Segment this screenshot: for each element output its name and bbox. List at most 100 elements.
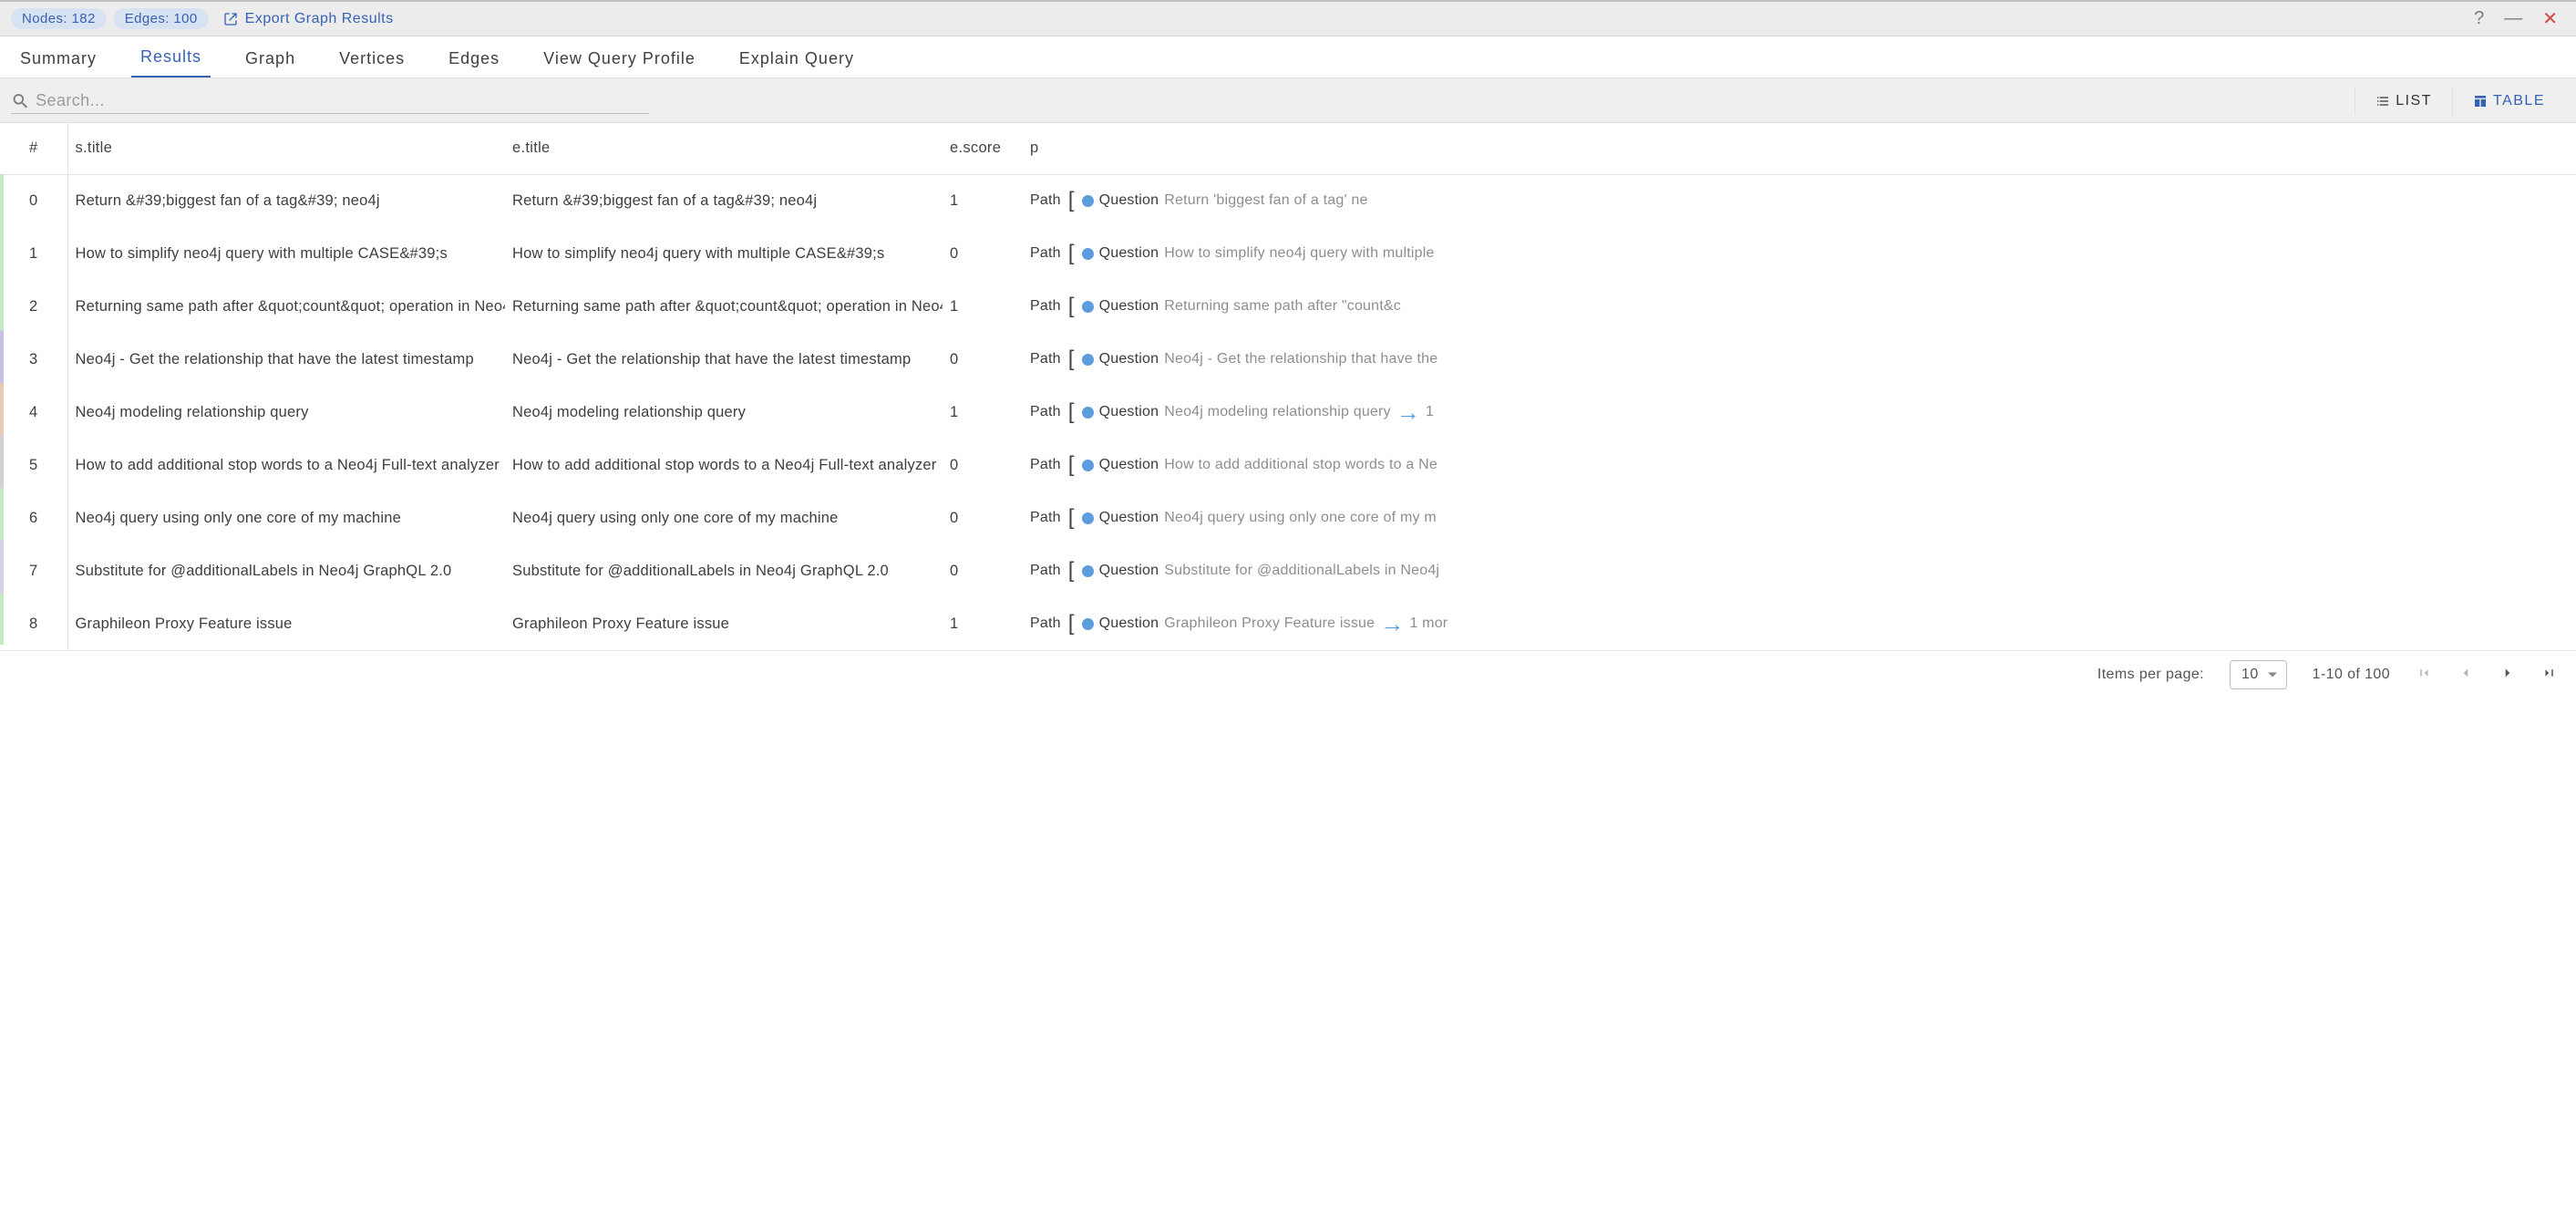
tab-bar: Summary Results Graph Vertices Edges Vie… bbox=[0, 36, 2576, 78]
cell-etitle: Returning same path after &quot;count&qu… bbox=[505, 280, 943, 333]
node-type: Question bbox=[1099, 192, 1159, 209]
bracket-open-icon: [ bbox=[1068, 611, 1075, 636]
items-per-page-label: Items per page: bbox=[2097, 667, 2204, 683]
cell-etitle: How to add additional stop words to a Ne… bbox=[505, 439, 943, 491]
results-table-wrap: # s.title e.title e.score p 0Return &#39… bbox=[0, 123, 2576, 650]
node-dot-icon bbox=[1082, 407, 1094, 419]
prev-page-button[interactable] bbox=[2458, 665, 2474, 686]
tab-graph[interactable]: Graph bbox=[236, 38, 304, 78]
tab-summary[interactable]: Summary bbox=[11, 38, 106, 78]
cell-escore: 1 bbox=[943, 174, 1023, 227]
last-page-button[interactable] bbox=[2541, 665, 2558, 686]
filter-bar: LIST TABLE bbox=[0, 78, 2576, 123]
node-label: Substitute for @additionalLabels in Neo4… bbox=[1164, 563, 1439, 579]
items-per-page-value: 10 bbox=[2241, 667, 2259, 682]
nodes-chip[interactable]: Nodes: 182 bbox=[11, 8, 107, 29]
row-color-strip bbox=[0, 174, 4, 645]
list-icon bbox=[2375, 94, 2390, 109]
node-label: Neo4j modeling relationship query bbox=[1164, 404, 1391, 420]
items-per-page-select[interactable]: 10 bbox=[2230, 660, 2287, 689]
table-icon bbox=[2473, 94, 2488, 109]
col-escore[interactable]: e.score bbox=[943, 123, 1023, 174]
arrow-icon: → bbox=[1380, 610, 1404, 638]
cell-path: Path[QuestionHow to simplify neo4j query… bbox=[1023, 227, 2576, 280]
cell-etitle: How to simplify neo4j query with multipl… bbox=[505, 227, 943, 280]
path-more: 1 bbox=[1426, 404, 1434, 420]
arrow-icon: → bbox=[1396, 398, 1420, 427]
col-p[interactable]: p bbox=[1023, 123, 2576, 174]
node-type: Question bbox=[1099, 510, 1159, 526]
table-row[interactable]: 4Neo4j modeling relationship queryNeo4j … bbox=[0, 386, 2576, 439]
node-type: Question bbox=[1099, 404, 1159, 420]
bracket-open-icon: [ bbox=[1068, 505, 1075, 531]
col-etitle[interactable]: e.title bbox=[505, 123, 943, 174]
table-row[interactable]: 3Neo4j - Get the relationship that have … bbox=[0, 333, 2576, 386]
node-label: Neo4j query using only one core of my m bbox=[1164, 510, 1437, 526]
cell-index: 7 bbox=[0, 544, 67, 597]
table-row[interactable]: 7Substitute for @additionalLabels in Neo… bbox=[0, 544, 2576, 597]
tab-vertices[interactable]: Vertices bbox=[330, 38, 414, 78]
table-view-button[interactable]: TABLE bbox=[2452, 88, 2565, 115]
cell-stitle: Neo4j modeling relationship query bbox=[67, 386, 505, 439]
tab-explain-query[interactable]: Explain Query bbox=[730, 38, 863, 78]
table-row[interactable]: 5How to add additional stop words to a N… bbox=[0, 439, 2576, 491]
table-row[interactable]: 6 Neo4j query using only one core of my m… bbox=[0, 491, 2576, 544]
cell-path: Path[QuestionNeo4j - Get the relationshi… bbox=[1023, 333, 2576, 386]
node-dot-icon bbox=[1082, 565, 1094, 577]
node-type: Question bbox=[1099, 616, 1159, 632]
path-label: Path bbox=[1030, 192, 1061, 209]
edges-chip[interactable]: Edges: 100 bbox=[114, 8, 209, 29]
path-label: Path bbox=[1030, 245, 1061, 262]
first-page-button[interactable] bbox=[2416, 665, 2432, 686]
tab-results[interactable]: Results bbox=[131, 36, 211, 78]
tab-view-query-profile[interactable]: View Query Profile bbox=[534, 38, 705, 78]
col-index[interactable]: # bbox=[0, 123, 67, 174]
node-label: Neo4j - Get the relationship that have t… bbox=[1164, 351, 1437, 367]
path-label: Path bbox=[1030, 616, 1061, 632]
node-dot-icon bbox=[1082, 354, 1094, 366]
node-type: Question bbox=[1099, 563, 1159, 579]
export-graph-results-link[interactable]: Export Graph Results bbox=[223, 11, 394, 27]
col-stitle[interactable]: s.title bbox=[67, 123, 505, 174]
node-dot-icon bbox=[1082, 512, 1094, 524]
cell-escore: 0 bbox=[943, 439, 1023, 491]
table-row[interactable]: 8Graphileon Proxy Feature issueGraphileo… bbox=[0, 597, 2576, 650]
cell-path: Path[QuestionReturn 'biggest fan of a ta… bbox=[1023, 174, 2576, 227]
cell-stitle: Graphileon Proxy Feature issue bbox=[67, 597, 505, 650]
table-row[interactable]: 0Return &#39;biggest fan of a tag&#39; n… bbox=[0, 174, 2576, 227]
next-page-button[interactable] bbox=[2499, 665, 2516, 686]
table-label: TABLE bbox=[2493, 93, 2545, 109]
node-dot-icon bbox=[1082, 618, 1094, 630]
search-input[interactable] bbox=[36, 91, 649, 110]
cell-etitle: Neo4j - Get the relationship that have t… bbox=[505, 333, 943, 386]
bracket-open-icon: [ bbox=[1068, 558, 1075, 584]
table-row[interactable]: 2Returning same path after &quot;count&q… bbox=[0, 280, 2576, 333]
bracket-open-icon: [ bbox=[1068, 188, 1075, 213]
minimize-icon[interactable]: — bbox=[2504, 8, 2522, 29]
top-bar: Nodes: 182 Edges: 100 Export Graph Resul… bbox=[0, 0, 2576, 36]
cell-stitle: Neo4j - Get the relationship that have t… bbox=[67, 333, 505, 386]
close-icon[interactable]: ✕ bbox=[2542, 7, 2558, 30]
bracket-open-icon: [ bbox=[1068, 399, 1075, 425]
search-icon bbox=[11, 91, 30, 111]
cell-index: 6 bbox=[0, 491, 67, 544]
path-label: Path bbox=[1030, 404, 1061, 420]
node-dot-icon bbox=[1082, 460, 1094, 471]
bracket-open-icon: [ bbox=[1068, 452, 1075, 478]
cell-index: 1 bbox=[0, 227, 67, 280]
list-view-button[interactable]: LIST bbox=[2354, 88, 2452, 115]
paginator: Items per page: 10 1-10 of 100 bbox=[0, 650, 2576, 698]
cell-escore: 1 bbox=[943, 597, 1023, 650]
table-row[interactable]: 1 How to simplify neo4j query with multip… bbox=[0, 227, 2576, 280]
cell-stitle: Substitute for @additionalLabels in Neo4… bbox=[67, 544, 505, 597]
cell-escore: 0 bbox=[943, 491, 1023, 544]
cell-stitle: How to add additional stop words to a Ne… bbox=[67, 439, 505, 491]
cell-path: Path [ Question Neo4j query using only one … bbox=[1023, 491, 2576, 544]
path-label: Path bbox=[1030, 510, 1061, 526]
node-label: How to add additional stop words to a Ne bbox=[1164, 457, 1437, 473]
tab-edges[interactable]: Edges bbox=[439, 38, 509, 78]
path-label: Path bbox=[1030, 351, 1061, 367]
help-icon[interactable]: ? bbox=[2474, 8, 2484, 29]
cell-escore: 1 bbox=[943, 280, 1023, 333]
export-label: Export Graph Results bbox=[245, 11, 394, 27]
